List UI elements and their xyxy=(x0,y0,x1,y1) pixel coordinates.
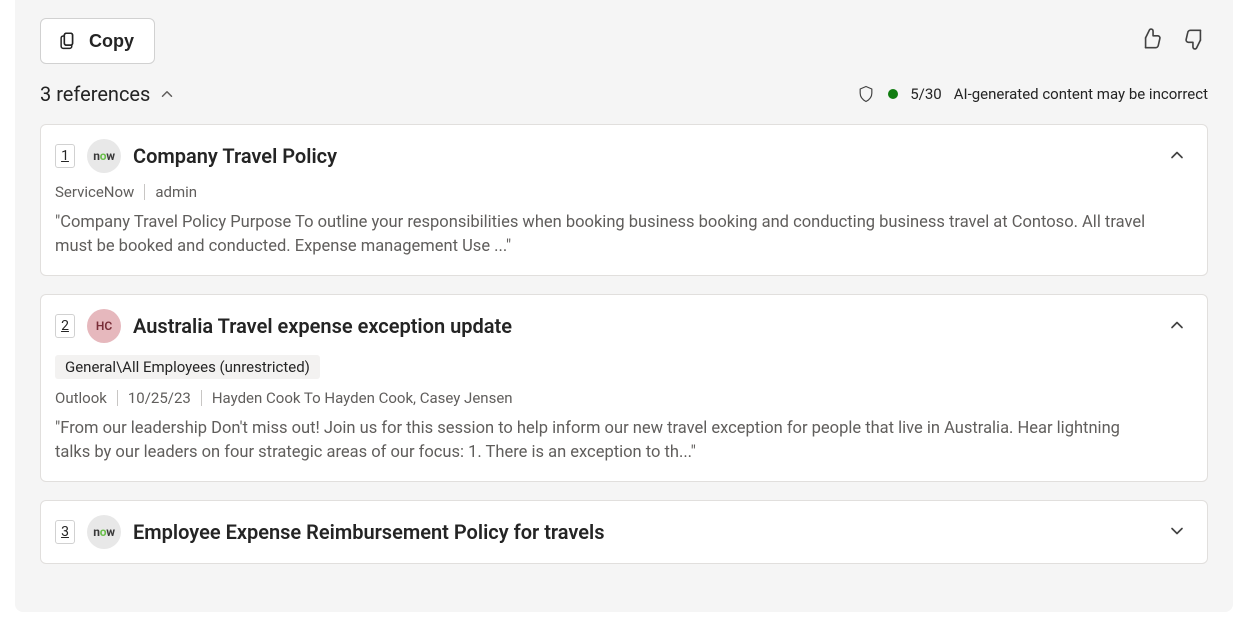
reference-header[interactable]: 1 now Company Travel Policy xyxy=(55,139,1151,173)
reference-card: 1 now Company Travel Policy ServiceNow a… xyxy=(40,124,1208,276)
reference-title: Employee Expense Reimbursement Policy fo… xyxy=(133,520,605,544)
status-count: 5/30 xyxy=(910,85,941,103)
collapse-button[interactable] xyxy=(1163,311,1191,342)
divider xyxy=(144,184,145,200)
thumbs-down-button[interactable] xyxy=(1182,26,1208,55)
chevron-up-icon xyxy=(1167,145,1187,165)
reference-index: 1 xyxy=(55,144,75,168)
meta-author: admin xyxy=(155,183,197,201)
shield-icon xyxy=(856,84,876,104)
person-avatar: HC xyxy=(87,309,121,343)
reference-meta: ServiceNow admin xyxy=(55,183,1151,201)
reference-header[interactable]: 3 now Employee Expense Reimbursement Pol… xyxy=(55,515,1151,549)
meta-people: Hayden Cook To Hayden Cook, Casey Jensen xyxy=(212,389,513,407)
reference-excerpt: "From our leadership Don't miss out! Joi… xyxy=(55,417,1151,465)
reference-title: Australia Travel expense exception updat… xyxy=(133,314,512,338)
collapse-button[interactable] xyxy=(1163,141,1191,172)
copy-label: Copy xyxy=(89,31,134,52)
meta-source: Outlook xyxy=(55,389,107,407)
feedback-buttons xyxy=(1138,18,1208,55)
thumbs-up-icon xyxy=(1138,26,1164,52)
chevron-up-icon xyxy=(1167,315,1187,335)
thumbs-down-icon xyxy=(1182,26,1208,52)
reference-title: Company Travel Policy xyxy=(133,144,337,168)
reference-index: 3 xyxy=(55,520,75,544)
top-row: Copy xyxy=(40,18,1208,64)
status-line: 5/30 AI-generated content may be incorre… xyxy=(856,84,1208,104)
meta-source: ServiceNow xyxy=(55,183,134,201)
expand-button[interactable] xyxy=(1163,517,1191,548)
divider xyxy=(117,390,118,406)
references-panel: Copy 3 references xyxy=(15,0,1233,612)
status-disclaimer: AI-generated content may be incorrect xyxy=(954,85,1208,103)
copy-icon xyxy=(57,30,79,52)
second-row: 3 references 5/30 AI-generated content m… xyxy=(40,82,1208,106)
chevron-down-icon xyxy=(1167,521,1187,541)
reference-header[interactable]: 2 HC Australia Travel expense exception … xyxy=(55,309,1151,343)
meta-date: 10/25/23 xyxy=(128,389,191,407)
reference-card: 3 now Employee Expense Reimbursement Pol… xyxy=(40,500,1208,564)
reference-tags: General\All Employees (unrestricted) xyxy=(55,355,1151,379)
thumbs-up-button[interactable] xyxy=(1138,26,1164,55)
copy-button[interactable]: Copy xyxy=(40,18,155,64)
status-dot xyxy=(888,89,898,99)
reference-card: 2 HC Australia Travel expense exception … xyxy=(40,294,1208,482)
reference-excerpt: "Company Travel Policy Purpose To outlin… xyxy=(55,211,1151,259)
reference-index: 2 xyxy=(55,314,75,338)
servicenow-icon: now xyxy=(87,139,121,173)
references-label: 3 references xyxy=(40,82,150,106)
chevron-up-icon xyxy=(158,85,176,103)
scope-chip: General\All Employees (unrestricted) xyxy=(55,355,320,379)
divider xyxy=(201,390,202,406)
reference-meta: Outlook 10/25/23 Hayden Cook To Hayden C… xyxy=(55,389,1151,407)
references-toggle[interactable]: 3 references xyxy=(40,82,176,106)
servicenow-icon: now xyxy=(87,515,121,549)
